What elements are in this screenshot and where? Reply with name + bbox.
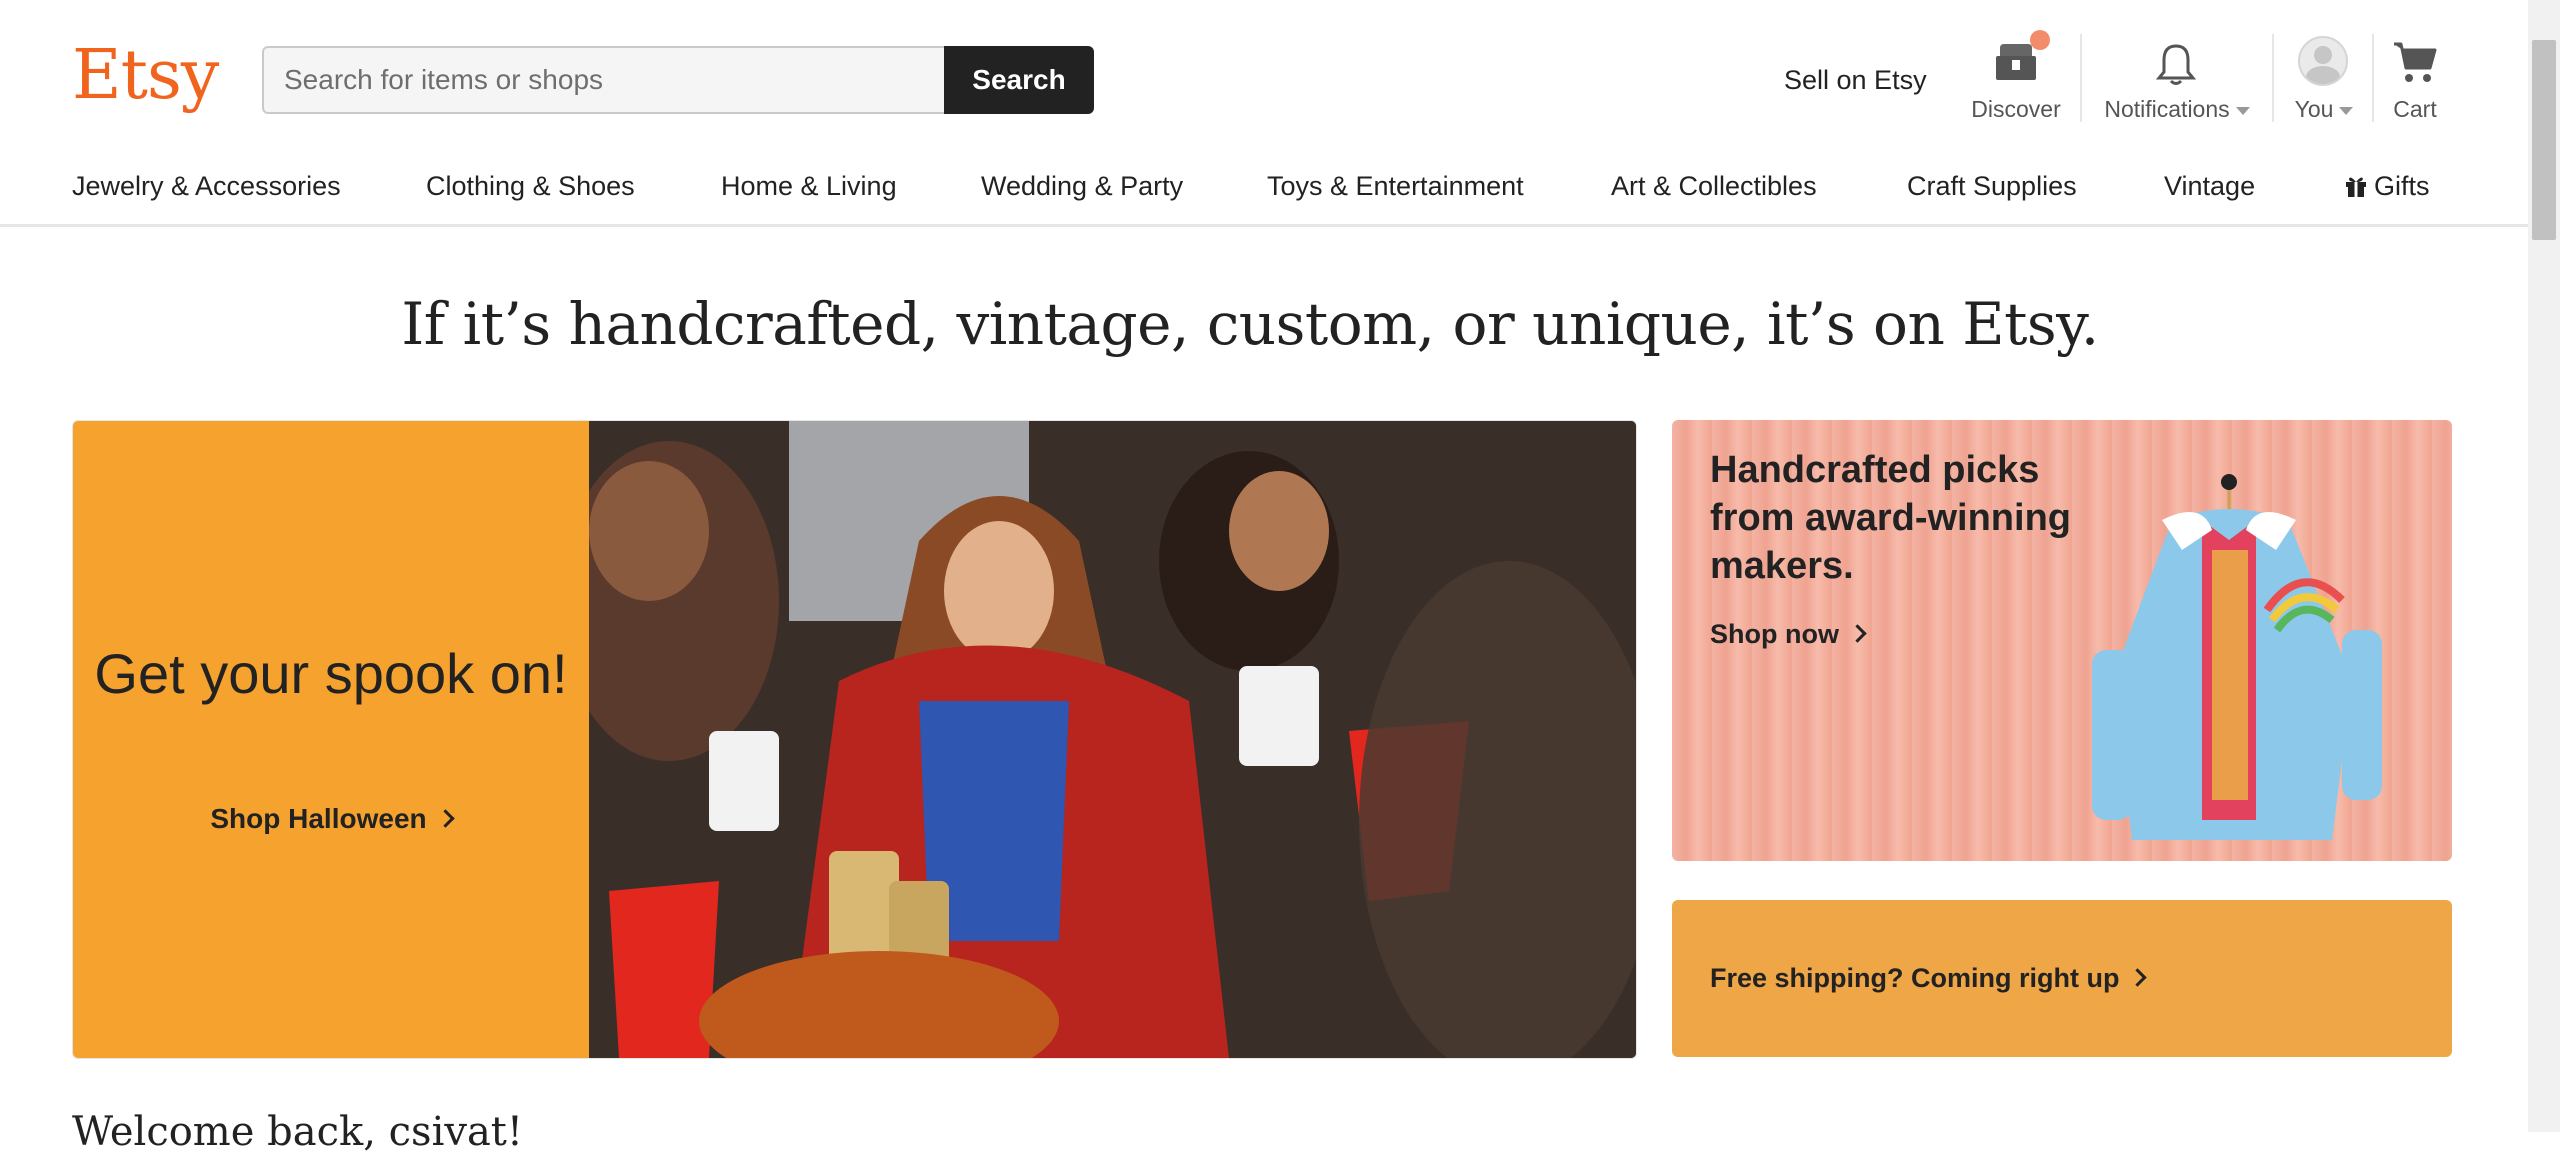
- banner-title: Get your spook on!: [94, 642, 568, 705]
- category-vintage[interactable]: Vintage: [2164, 168, 2255, 204]
- party-photo-illustration: [589, 421, 1636, 1058]
- welcome-heading: Welcome back, csivat!: [72, 1109, 523, 1155]
- divider: [2080, 34, 2082, 122]
- card-title: Handcrafted picks from award-winning mak…: [1710, 449, 2071, 587]
- category-toys-entertainment[interactable]: Toys & Entertainment: [1267, 168, 1524, 204]
- discover-button[interactable]: Discover: [1960, 30, 2072, 130]
- chevron-right-icon: [435, 809, 455, 828]
- scrollbar-thumb[interactable]: [2532, 40, 2556, 240]
- category-nav: Jewelry & Accessories Clothing & Shoes H…: [0, 150, 2528, 227]
- notifications-button[interactable]: Notifications: [2094, 30, 2260, 130]
- category-gifts[interactable]: Gifts: [2344, 168, 2430, 204]
- divider: [2372, 34, 2374, 122]
- discover-badge: [2030, 30, 2050, 50]
- category-home-living[interactable]: Home & Living: [721, 168, 897, 204]
- category-clothing-shoes[interactable]: Clothing & Shoes: [426, 168, 635, 204]
- cart-button[interactable]: Cart: [2380, 30, 2450, 130]
- chevron-right-icon: [2128, 968, 2148, 988]
- you-label: You: [2294, 96, 2334, 122]
- search-button[interactable]: Search: [944, 46, 1094, 114]
- notifications-label: Notifications: [2104, 96, 2230, 122]
- search-input[interactable]: [262, 46, 944, 114]
- sell-on-etsy-link[interactable]: Sell on Etsy: [1784, 62, 1927, 98]
- shop-halloween-link[interactable]: Shop Halloween: [73, 801, 589, 837]
- award-winning-makers-card[interactable]: Handcrafted picks from award-winning mak…: [1672, 420, 2452, 861]
- category-jewelry-accessories[interactable]: Jewelry & Accessories: [72, 168, 341, 204]
- divider: [2272, 34, 2274, 122]
- gift-icon: [2346, 177, 2366, 197]
- avatar: [2298, 36, 2348, 86]
- discover-label: Discover: [1971, 96, 2061, 122]
- cart-icon: [2394, 42, 2437, 82]
- cart-label: Cart: [2393, 96, 2437, 122]
- shop-now-link[interactable]: Shop now: [1710, 616, 1867, 652]
- you-menu-button[interactable]: You: [2284, 30, 2364, 130]
- etsy-logo[interactable]: Etsy: [72, 36, 219, 116]
- discover-icon: [1996, 44, 2036, 80]
- free-shipping-card[interactable]: Free shipping? Coming right up: [1672, 900, 2452, 1057]
- bell-icon: [2156, 44, 2196, 85]
- page-headline: If it’s handcrafted, vintage, custom, or…: [401, 290, 2099, 358]
- chevron-down-icon: [2235, 106, 2250, 115]
- category-art-collectibles[interactable]: Art & Collectibles: [1611, 168, 1817, 204]
- chevron-down-icon: [2339, 106, 2354, 115]
- halloween-party-photo: [589, 421, 1636, 1058]
- halloween-banner[interactable]: Get your spook on! Shop Halloween: [72, 420, 1637, 1059]
- rainbow-coat-image: [2092, 474, 2382, 840]
- gifts-label: Gifts: [2374, 171, 2430, 201]
- category-craft-supplies[interactable]: Craft Supplies: [1907, 168, 2077, 204]
- banner-text-panel: Get your spook on! Shop Halloween: [73, 421, 589, 1058]
- free-shipping-link[interactable]: Free shipping? Coming right up: [1710, 960, 2148, 996]
- category-wedding-party[interactable]: Wedding & Party: [981, 168, 1183, 204]
- chevron-right-icon: [1848, 624, 1867, 644]
